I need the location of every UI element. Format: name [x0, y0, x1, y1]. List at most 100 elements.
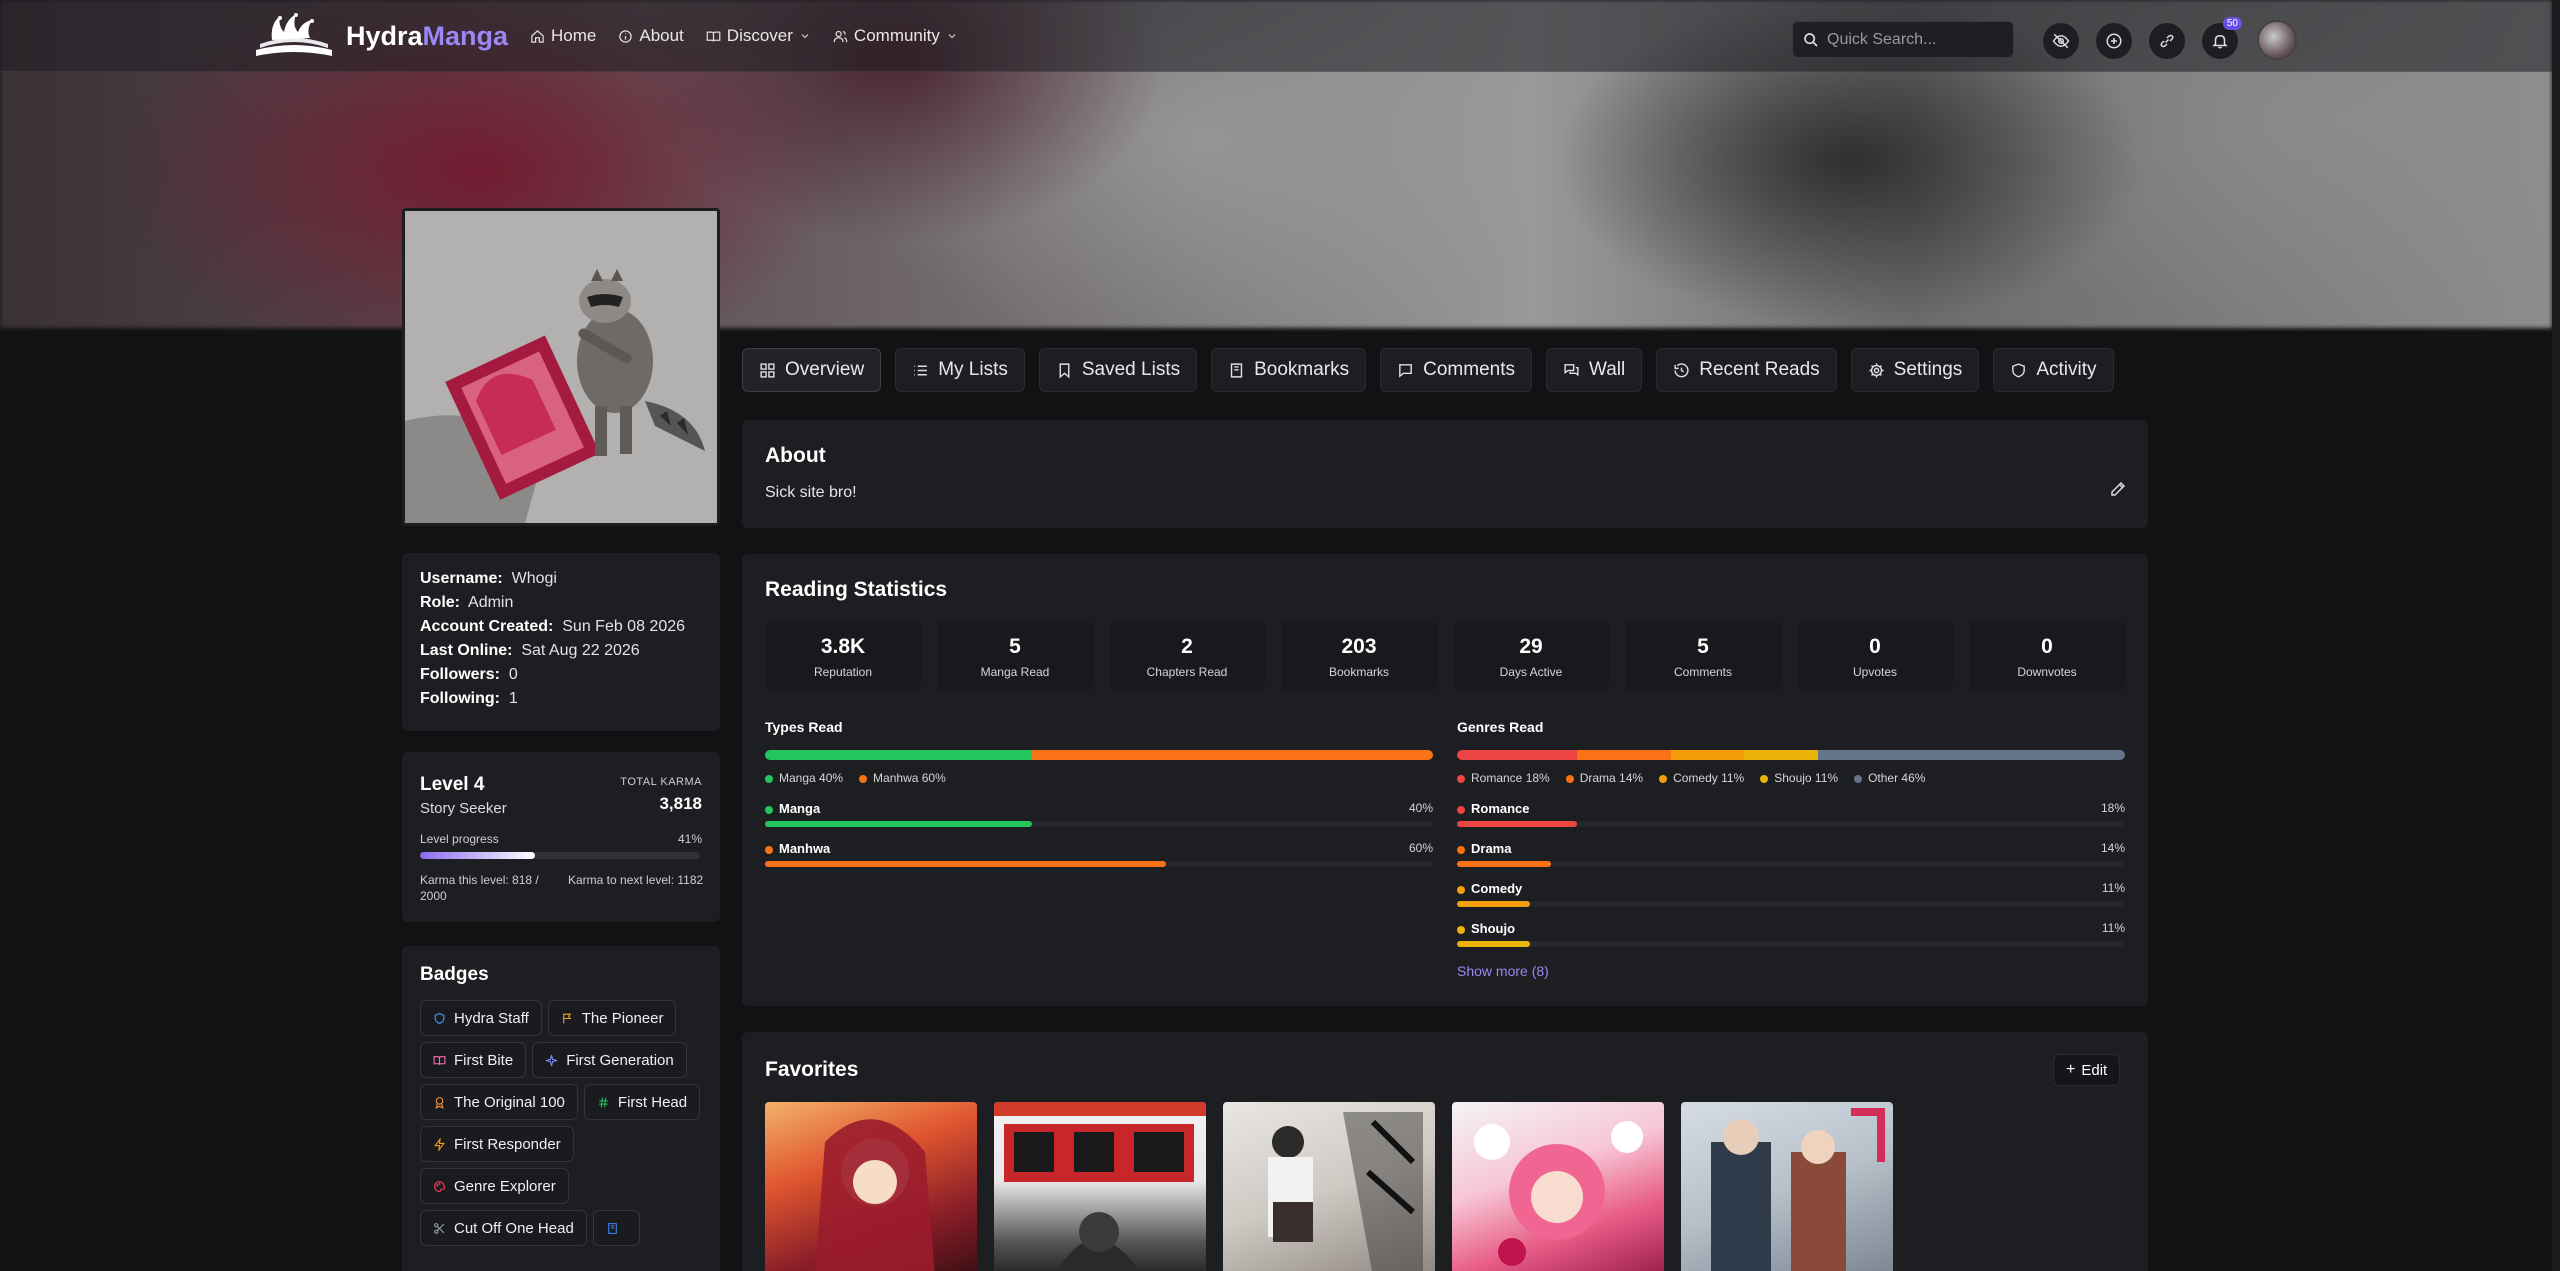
info-icon: [619, 29, 633, 43]
badge-label: First Bite: [454, 1051, 514, 1069]
info-value: Sun Feb 08 2026: [562, 618, 686, 635]
genre-legend-item: Comedy 11%: [1659, 771, 1744, 785]
tab-my-lists[interactable]: My Lists: [895, 348, 1025, 392]
badge-list: Hydra Staff The Pioneer First Bite First Ge…: [420, 1000, 720, 1246]
notifications-button[interactable]: 50: [2202, 17, 2242, 59]
tab-label: Activity: [2036, 359, 2097, 380]
level-title: Level 4: [420, 774, 485, 795]
nav-home-link[interactable]: Home: [530, 26, 596, 46]
badge[interactable]: First Bite: [420, 1042, 527, 1078]
show-more-genres-link[interactable]: Show more (8): [1457, 963, 1549, 979]
tab-bookmarks[interactable]: Bookmarks: [1211, 348, 1367, 392]
legend-label: Comedy 11%: [1673, 771, 1745, 785]
badge[interactable]: Hydra Staff: [420, 1000, 542, 1036]
favorite-cover[interactable]: [1223, 1102, 1435, 1271]
nav-home-label: Home: [551, 26, 597, 45]
badge[interactable]: First Head: [583, 1084, 701, 1120]
level-subtitle: Story Seeker: [420, 800, 507, 817]
edit-favorites-button[interactable]: + Edit: [2053, 1054, 2121, 1086]
badge[interactable]: First Responder: [420, 1126, 574, 1162]
edit-about-pencil-icon[interactable]: [2109, 480, 2127, 498]
genre-row-label: Comedy: [1457, 881, 1522, 896]
bell-icon: [2212, 34, 2228, 49]
favorites-title: Favorites: [765, 1058, 859, 1081]
favorite-cover[interactable]: [1452, 1102, 1664, 1271]
site-name-main: Hydra: [346, 20, 423, 51]
types-stacked-bar: [765, 750, 1433, 760]
flag-icon: [562, 1013, 572, 1023]
nav-community-label: Community: [853, 26, 940, 45]
genre-row-fill: [1457, 941, 1531, 947]
badge[interactable]: Cut Off One Head: [420, 1210, 587, 1246]
toggle-visibility-button[interactable]: [2043, 23, 2079, 59]
nav-community-dropdown[interactable]: Community: [833, 26, 958, 46]
info-label: Account Created:: [420, 618, 554, 635]
types-read-title: Types Read: [765, 719, 843, 735]
badge[interactable]: The Original 100: [420, 1084, 578, 1120]
search-input[interactable]: [1827, 30, 1997, 49]
favorite-cover[interactable]: [1681, 1102, 1893, 1271]
genres-legend: Romance 18% Drama 14% Comedy 11% Shoujo 11%…: [1457, 771, 1925, 785]
type-row-fill: [765, 821, 1033, 827]
genre-segment: [1577, 750, 1671, 760]
info-value: Whogi: [511, 570, 557, 587]
tab-recent-reads[interactable]: Recent Reads: [1656, 348, 1837, 392]
quick-search[interactable]: [1792, 21, 2014, 58]
row-dot: [1457, 805, 1465, 814]
shield-icon: [434, 1012, 445, 1024]
stat-manga-read: 5 Manga Read: [937, 621, 1093, 691]
type-segment: [765, 750, 1033, 760]
about-text: Sick site bro!: [765, 484, 857, 501]
tab-wall[interactable]: Wall: [1546, 348, 1643, 392]
tab-label: Saved Lists: [1081, 359, 1181, 380]
genre-segment: [1744, 750, 1818, 760]
legend-dot: [859, 774, 868, 783]
tab-activity[interactable]: Activity: [1993, 348, 2114, 392]
badge-label: The Original 100: [454, 1093, 565, 1111]
legend-label: Manhwa 60%: [873, 771, 946, 785]
type-row-label: Manhwa: [765, 841, 830, 856]
genre-row-percent: 11%: [2101, 921, 2125, 935]
genre-row-fill: [1457, 901, 1531, 907]
badge[interactable]: [592, 1210, 640, 1246]
total-karma-label: TOTAL KARMA: [620, 776, 702, 788]
user-avatar-menu[interactable]: [2257, 20, 2297, 60]
badge-label: Cut Off One Head: [454, 1219, 574, 1237]
info-following[interactable]: Following: 1: [420, 687, 702, 711]
site-logo[interactable]: HydraManga: [250, 10, 508, 62]
tab-label: Recent Reads: [1699, 359, 1820, 380]
plus-circle-icon: [2106, 33, 2122, 49]
badge[interactable]: The Pioneer: [547, 1000, 677, 1036]
nav-discover-dropdown[interactable]: Discover: [706, 26, 811, 46]
badge-label: Genre Explorer: [454, 1177, 556, 1195]
tab-overview[interactable]: Overview: [742, 348, 882, 392]
tab-saved-lists[interactable]: Saved Lists: [1038, 348, 1198, 392]
stat-days-active: 29 Days Active: [1453, 621, 1609, 691]
favorite-cover[interactable]: [765, 1102, 977, 1271]
stat-reputation: 3.8K Reputation: [765, 621, 921, 691]
favorite-cover[interactable]: [994, 1102, 1206, 1271]
profile-picture[interactable]: [402, 208, 720, 526]
tab-settings[interactable]: Settings: [1850, 348, 1980, 392]
page-scrollbar[interactable]: [2552, 0, 2560, 1271]
level-card: Level 4 Story Seeker TOTAL KARMA 3,818 L…: [402, 752, 720, 922]
tab-comments[interactable]: Comments: [1380, 348, 1532, 392]
book-open-icon: [433, 1055, 446, 1065]
badges-card: Badges Hydra Staff The Pioneer First Bite F…: [402, 946, 720, 1271]
tab-label: Overview: [785, 359, 865, 380]
share-button[interactable]: [2149, 23, 2185, 59]
cover-art-image: [994, 1102, 1206, 1271]
badge[interactable]: First Generation: [532, 1042, 687, 1078]
badge[interactable]: Genre Explorer: [420, 1168, 569, 1204]
add-button[interactable]: [2096, 23, 2132, 59]
legend-dot: [1760, 774, 1769, 783]
genre-row-track: [1457, 861, 2125, 867]
search-icon: [1804, 32, 1818, 47]
stat-chapters-read: 2 Chapters Read: [1109, 621, 1265, 691]
nav-about-link[interactable]: About: [618, 26, 684, 46]
info-followers[interactable]: Followers: 0: [420, 663, 702, 687]
type-segment: [1032, 750, 1433, 760]
plus-icon: +: [2066, 1061, 2076, 1078]
genre-row-label: Romance: [1457, 801, 1530, 816]
stat-upvotes: 0 Upvotes: [1797, 621, 1953, 691]
